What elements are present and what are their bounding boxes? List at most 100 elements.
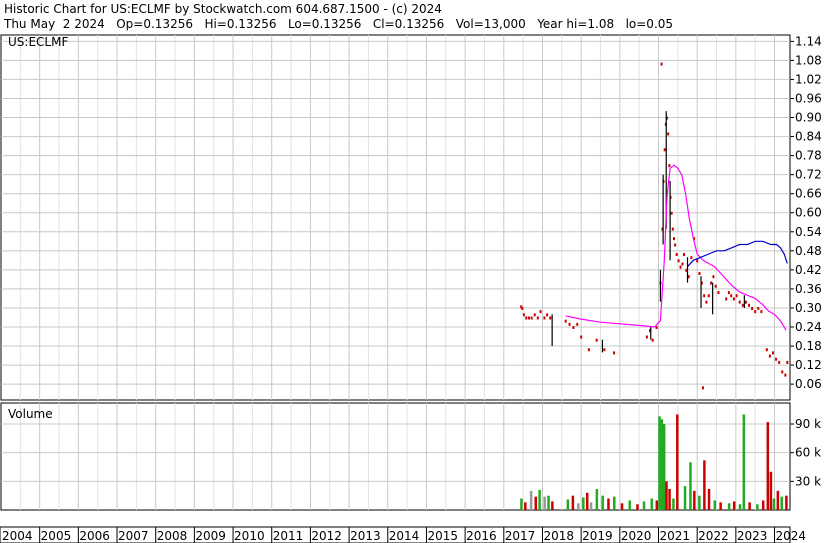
price-tick-point — [714, 284, 717, 288]
price-tick-point — [784, 373, 787, 377]
price-tick-point — [705, 300, 708, 304]
stock-chart: 0.06 0.12 0.18 0.24 0.30 0.36 0.42 0.48 0.54 0.60… — [0, 34, 822, 543]
volume-bar — [642, 501, 646, 510]
volume-bar — [658, 416, 661, 510]
year-axis: 2004 2005 2006 2007 2008 2009 2010 2011 2012 2013… — [0, 526, 806, 543]
volume-bar — [585, 492, 589, 510]
year-tick-label: 2017 — [505, 529, 536, 543]
price-tick-point — [741, 303, 744, 307]
volume-bar — [660, 419, 664, 510]
price-tick-point — [533, 313, 536, 317]
price-tick-point — [660, 62, 663, 66]
year-tick-label: 2010 — [234, 529, 265, 543]
volume-bar — [727, 503, 731, 510]
price-tick-point — [521, 306, 524, 310]
volume-bar — [613, 496, 616, 510]
volume-panel-frame — [0, 402, 791, 511]
volume-bar — [672, 498, 675, 510]
price-axis: 0.06 0.12 0.18 0.24 0.30 0.36 0.42 0.48 0.54 0.60… — [790, 34, 822, 391]
price-tick-point — [703, 294, 706, 298]
volume-bar — [650, 498, 654, 510]
volume-bar — [571, 495, 575, 510]
volume-bar — [551, 501, 554, 510]
price-tick-point — [727, 291, 730, 295]
price-tick-label: 0.48 — [795, 244, 822, 258]
price-tick-label: 0.84 — [795, 130, 822, 144]
volume-bar — [738, 504, 742, 510]
volume-bar — [713, 500, 717, 510]
volume-bar — [707, 488, 711, 510]
price-panel-frame — [0, 34, 791, 401]
volume-bar — [538, 489, 541, 510]
volume-bar — [655, 500, 659, 510]
price-tick-label: 0.12 — [795, 358, 822, 372]
volume-bar — [772, 498, 776, 510]
price-tick-point — [712, 275, 715, 279]
price-tick-point — [651, 338, 654, 342]
year-tick-label: 2005 — [41, 529, 72, 543]
price-tick-point — [576, 322, 579, 326]
volume-bar — [776, 490, 780, 510]
price-tick-label: 0.18 — [795, 339, 822, 353]
year-tick-label: 2014 — [389, 529, 420, 543]
price-tick-point — [587, 348, 590, 352]
year-tick-label: 2012 — [311, 529, 342, 543]
price-tick-point — [564, 319, 567, 323]
price-tick-label: 0.66 — [795, 187, 822, 201]
volume-axis: 30 k 60 k 90 k — [790, 417, 821, 488]
price-tick-point — [771, 351, 774, 355]
price-tick-point — [744, 300, 747, 304]
year-tick-label: 2007 — [118, 529, 149, 543]
volume-bar — [693, 490, 696, 510]
price-tick-point — [690, 256, 693, 260]
price-tick-point — [754, 310, 757, 314]
price-tick-point — [707, 294, 710, 298]
year-tick-label: 2018 — [543, 529, 574, 543]
volume-bar — [689, 462, 692, 510]
year-tick-label: 2013 — [350, 529, 381, 543]
price-tick-point — [572, 326, 575, 329]
year-tick-label: 2006 — [79, 529, 110, 543]
volume-bar — [668, 488, 671, 510]
year-tick-label: 2021 — [660, 529, 691, 543]
volume-bar — [547, 495, 550, 510]
price-tick-point — [738, 300, 741, 304]
volume-bar — [534, 496, 538, 510]
price-tick-point — [667, 132, 670, 136]
year-tick-label: 2022 — [698, 529, 729, 543]
price-tick-label: 0.96 — [795, 91, 822, 105]
price-tick-point — [543, 316, 546, 320]
price-tick-label: 0.78 — [795, 149, 822, 163]
volume-bar — [683, 486, 687, 510]
price-tick-point — [732, 297, 735, 301]
volume-bar — [529, 490, 533, 510]
volume-bar — [662, 424, 666, 510]
price-tick-point — [668, 164, 671, 168]
price-tick-point — [645, 335, 648, 339]
volume-bar — [543, 496, 546, 510]
price-tick-point — [603, 348, 606, 352]
price-tick-point — [778, 360, 781, 364]
price-tick-point — [757, 306, 760, 310]
volume-bar — [761, 500, 765, 510]
price-tick-label: 0.30 — [795, 301, 822, 315]
price-tick-point — [683, 253, 686, 256]
price-tick-point — [595, 338, 598, 342]
price-tick-point — [671, 227, 674, 231]
price-panel: 0.06 0.12 0.18 0.24 0.30 0.36 0.42 0.48 0.54 0.60… — [0, 34, 822, 401]
year-tick-label: 2004 — [2, 529, 33, 543]
year-tick-label: 2020 — [621, 529, 652, 543]
price-tick-label: 1.02 — [795, 72, 822, 86]
price-tick-label: 0.42 — [795, 263, 822, 277]
volume-bar — [607, 498, 610, 510]
volume-title: Volume — [8, 407, 53, 421]
volume-bar — [732, 501, 736, 510]
price-tick-label: 0.54 — [795, 225, 822, 239]
price-tick-point — [698, 272, 701, 276]
price-tick-label: 0.90 — [795, 111, 822, 125]
volume-tick-label: 90 k — [795, 417, 821, 431]
volume-panel: 30 k 60 k 90 k Volume — [0, 402, 821, 511]
volume-bar — [577, 503, 580, 510]
volume-bar — [628, 500, 631, 510]
price-tick-point — [539, 310, 542, 314]
